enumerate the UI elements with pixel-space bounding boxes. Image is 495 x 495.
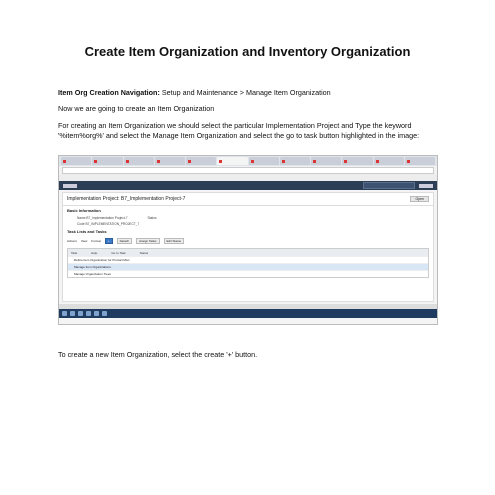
project-header: Implementation Project: B7_Implementatio… [63, 193, 433, 206]
column-help: Help [91, 250, 98, 255]
browser-tab-bar [59, 156, 437, 166]
actions-menu: Actions [67, 239, 77, 243]
column-go-to-task: Go to Task [111, 250, 126, 255]
navigation-label: Item Org Creation Navigation: [58, 88, 160, 97]
browser-tab [123, 157, 154, 165]
browser-tab-active [217, 157, 248, 165]
app-search-box [363, 182, 415, 189]
taskbar-app-icon [102, 311, 107, 316]
browser-tab [248, 157, 279, 165]
url-field [62, 166, 434, 174]
navigation-paragraph: Item Org Creation Navigation: Setup and … [58, 88, 443, 98]
browser-tab [92, 157, 123, 165]
table-row: Manage Item Organizations [68, 263, 428, 270]
assign-tasks-button: Assign Tasks [136, 238, 160, 244]
detach-button: Detach [116, 238, 133, 244]
project-code: Code B7_IMPLEMENTATION_PROJECT_7 [77, 222, 140, 226]
column-status: Status [139, 250, 149, 255]
browser-tab [373, 157, 404, 165]
embedded-screenshot: Implementation Project: B7_Implementatio… [58, 155, 438, 325]
project-name: Name B7_Implementation Project-7 [77, 216, 128, 220]
start-icon [62, 311, 67, 316]
footer-paragraph: To create a new Item Organization, selec… [58, 350, 258, 359]
create-button: + [104, 238, 113, 244]
project-status: Status [147, 216, 157, 220]
app-content: Implementation Project: B7_Implementatio… [62, 192, 434, 302]
os-taskbar [59, 309, 437, 318]
document-title: Create Item Organization and Inventory O… [84, 44, 411, 59]
taskbar-app-icon [94, 311, 99, 316]
taskbar-app-icon [70, 311, 75, 316]
task-table-header: Task Help Go to Task Status [68, 249, 428, 256]
column-task: Task [71, 250, 78, 255]
task-toolbar: Actions View Format + Detach Assign Task… [63, 236, 433, 246]
view-menu: View [80, 239, 88, 243]
browser-tab [311, 157, 342, 165]
browser-tab [61, 157, 92, 165]
browser-tab [279, 157, 310, 165]
browser-tab [186, 157, 217, 165]
table-row: Manage Organization Trees [68, 270, 428, 277]
table-row: Define Item Organization for Product Man [68, 256, 428, 263]
task-table: Task Help Go to Task Status Define Item … [67, 248, 429, 278]
task-lists-heading: Task Lists and Tasks [67, 229, 107, 234]
navigation-path: Setup and Maintenance > Manage Item Orga… [159, 88, 331, 97]
edit-status-button: Edit Status [163, 238, 185, 244]
project-title: Implementation Project: B7_Implementatio… [67, 196, 186, 202]
taskbar-app-icon [86, 311, 91, 316]
browser-tab [154, 157, 185, 165]
user-menu [419, 183, 433, 188]
taskbar-app-icon [78, 311, 83, 316]
bookmarks-bar [59, 174, 437, 181]
instructions-paragraph: For creating an Item Organization we sho… [58, 121, 420, 140]
address-bar [59, 166, 437, 174]
basic-info-heading: Basic Information [67, 208, 101, 213]
open-button: Open [410, 196, 429, 202]
browser-tab [404, 157, 435, 165]
format-menu: Format [91, 239, 101, 243]
app-header [59, 181, 437, 190]
browser-tab [342, 157, 373, 165]
app-logo [63, 183, 77, 188]
intro-paragraph: Now we are going to create an Item Organ… [58, 104, 215, 113]
